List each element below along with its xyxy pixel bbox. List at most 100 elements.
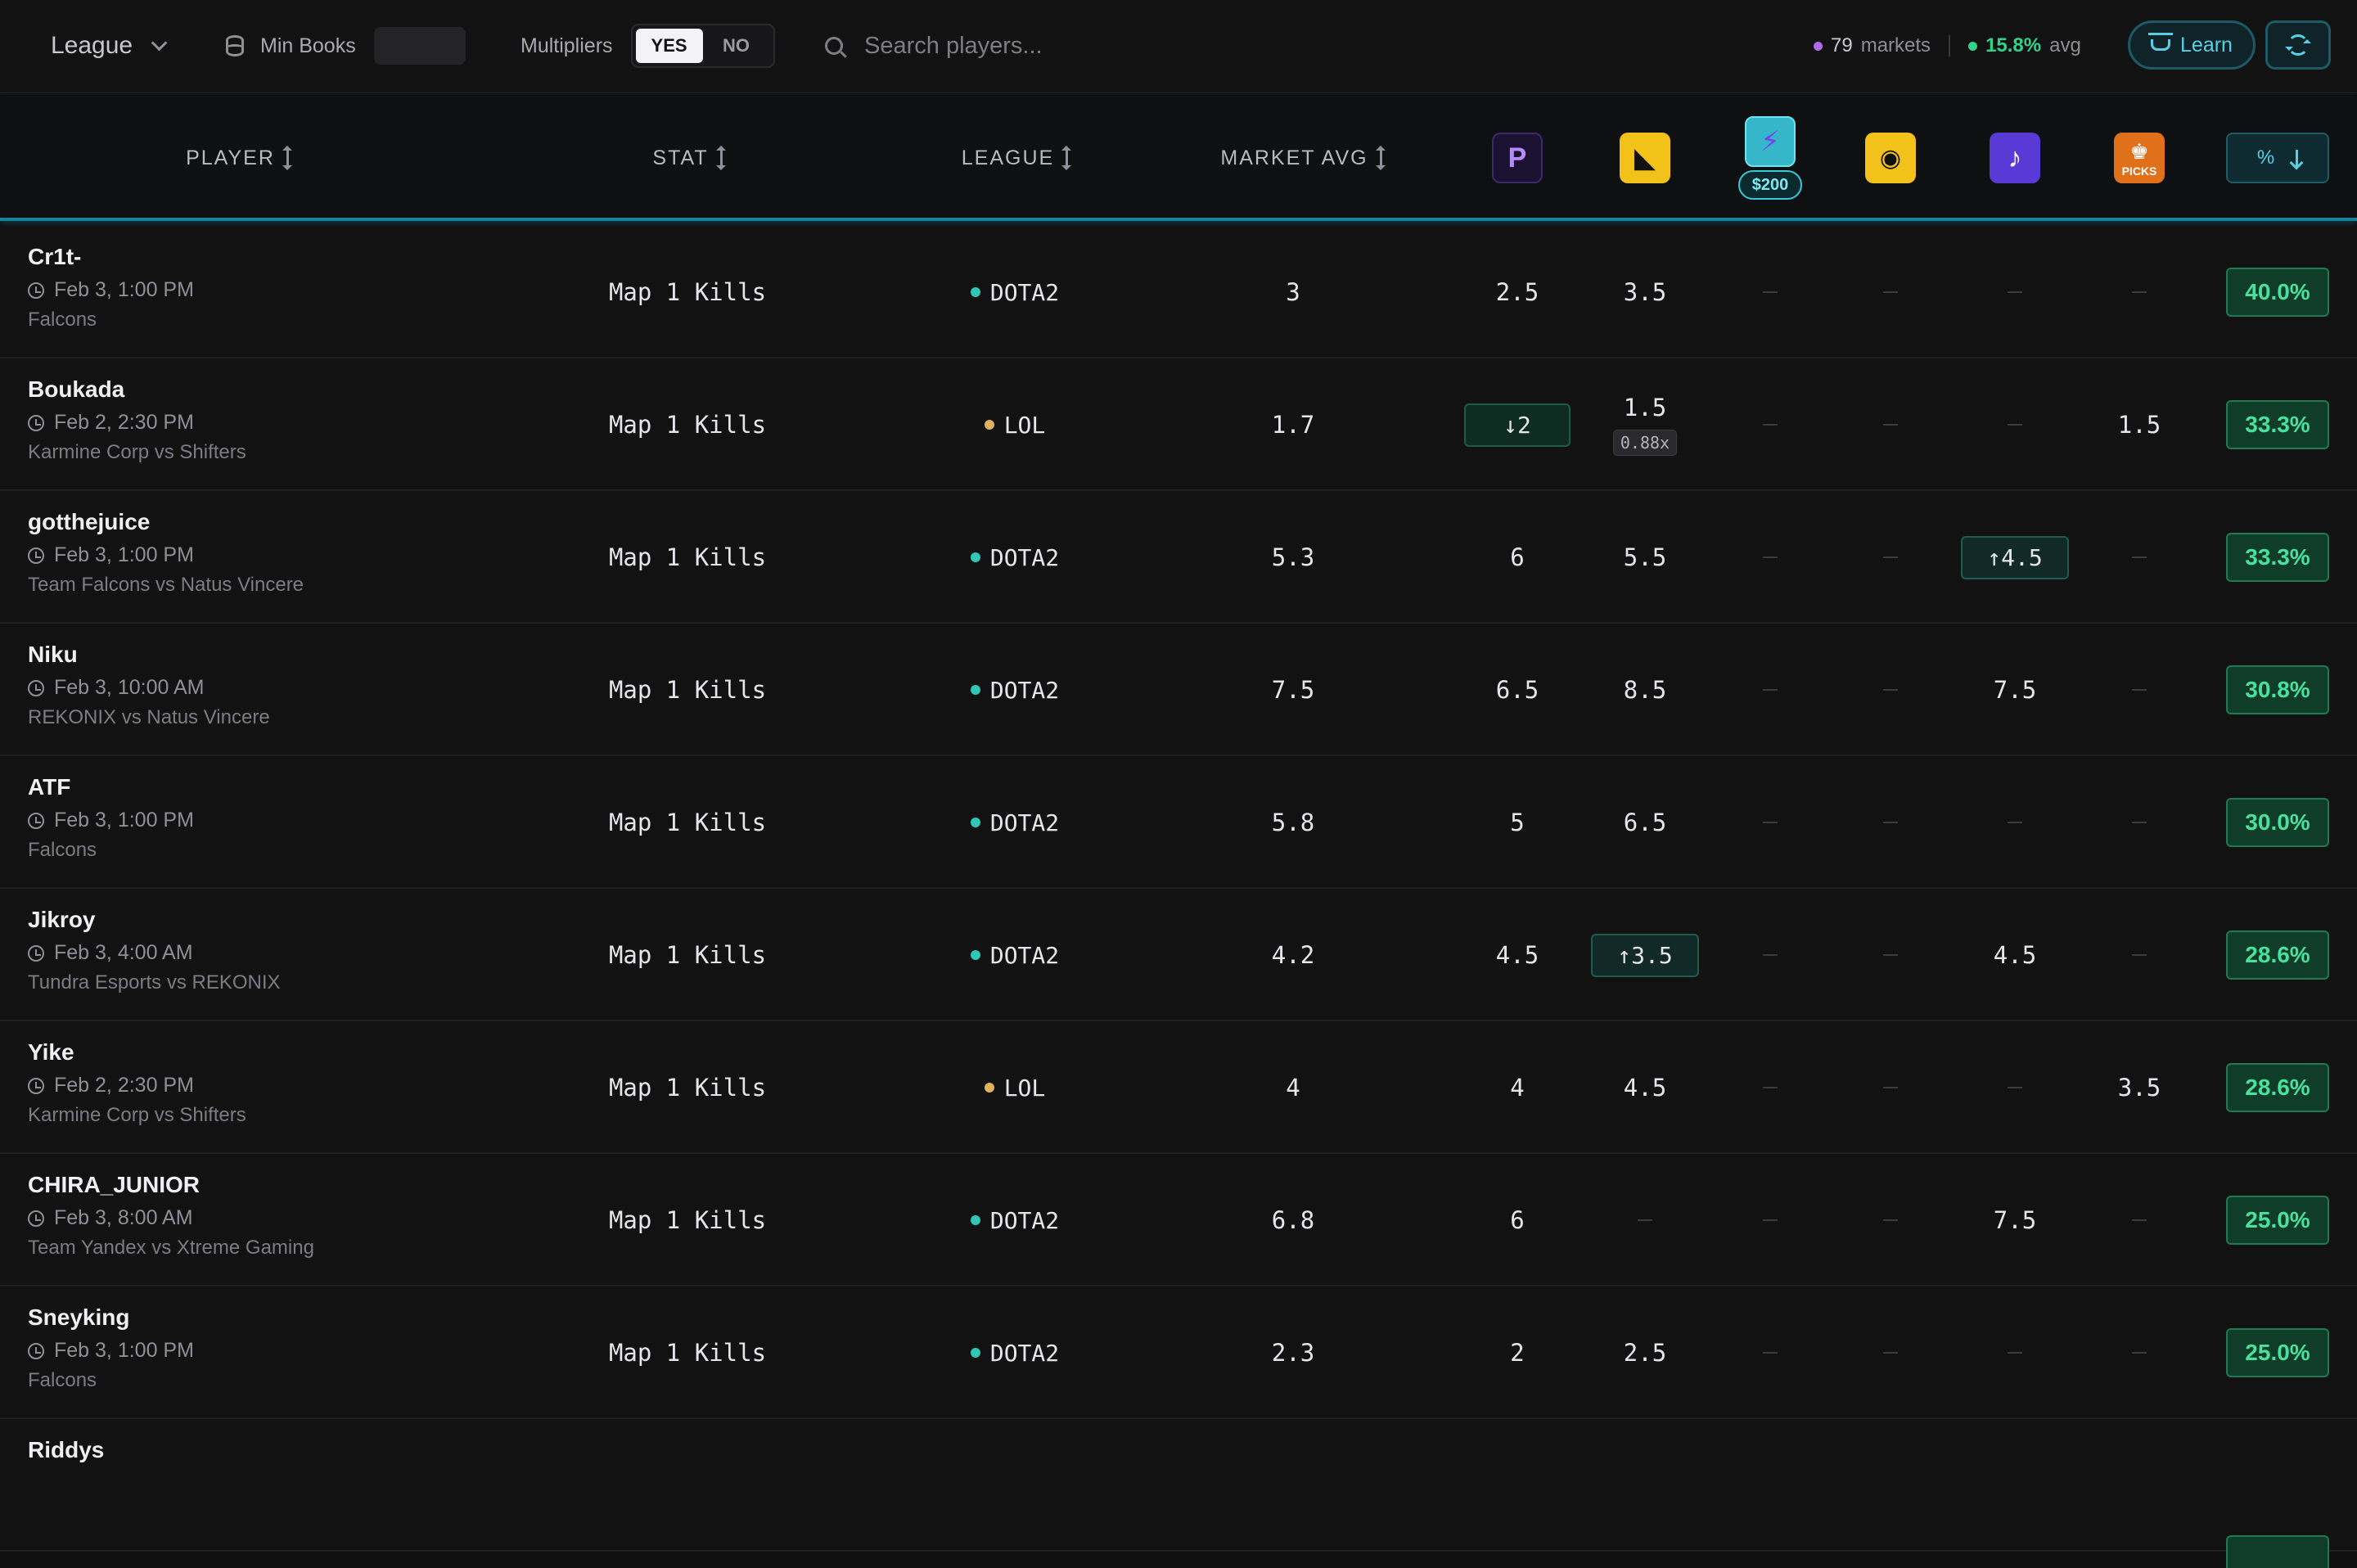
line-change-chip[interactable]: ↓2 bbox=[1464, 403, 1571, 447]
edge-pct-badge: 33.3% bbox=[2226, 533, 2329, 582]
line-value[interactable]: 5 bbox=[1510, 809, 1524, 836]
line-value[interactable]: 3.5 bbox=[1624, 278, 1666, 306]
line-value[interactable]: 6 bbox=[1510, 1206, 1524, 1234]
line-value[interactable]: 4 bbox=[1510, 1074, 1524, 1102]
line-value[interactable]: 7.5 bbox=[1994, 676, 2036, 704]
table-row[interactable]: Sneyking Feb 3, 1:00 PM Falcons Map 1 Kills… bbox=[0, 1286, 2357, 1419]
league-cell: DOTA2 bbox=[917, 491, 1113, 624]
line-value[interactable]: 4.5 bbox=[1994, 941, 2036, 969]
search-icon bbox=[825, 37, 843, 55]
line-value[interactable]: 8.5 bbox=[1624, 676, 1666, 704]
learn-button[interactable]: Learn bbox=[2128, 20, 2256, 70]
column-header-pct-sort[interactable]: % bbox=[2226, 133, 2329, 183]
line-value[interactable]: 1.5 bbox=[2118, 411, 2161, 439]
player-cell: Cr1t- Feb 3, 1:00 PM Falcons bbox=[28, 244, 194, 331]
refresh-button[interactable] bbox=[2265, 20, 2331, 70]
stat-cell: Map 1 Kills bbox=[608, 543, 767, 571]
empty-line bbox=[1763, 689, 1778, 691]
column-header-stat[interactable]: STAT bbox=[589, 95, 786, 221]
league-dot bbox=[970, 287, 980, 297]
line-value[interactable]: 2 bbox=[1510, 1339, 1524, 1367]
underdog-icon[interactable]: ◣ bbox=[1620, 133, 1670, 183]
table-row[interactable]: Yike Feb 2, 2:30 PM Karmine Corp vs Shifte… bbox=[0, 1021, 2357, 1154]
player-name[interactable]: Yike bbox=[28, 1039, 246, 1066]
empty-line bbox=[1763, 1219, 1778, 1221]
table-row[interactable]: gotthejuice Feb 3, 1:00 PM Team Falcons vs… bbox=[0, 491, 2357, 624]
line-value[interactable]: 4.5 bbox=[1624, 1074, 1666, 1102]
market-avg-cell: 5.3 bbox=[1271, 543, 1315, 571]
book-line-cell: ↓2 bbox=[1452, 358, 1583, 491]
column-header-market-avg[interactable]: MARKET AVG bbox=[1178, 95, 1424, 221]
table-row[interactable]: Cr1t- Feb 3, 1:00 PM Falcons Map 1 Kills DOT… bbox=[0, 226, 2357, 358]
draftkings-pick6-icon[interactable]: ♚ PICKS bbox=[2114, 133, 2165, 183]
book-line-cell: 6 bbox=[1452, 1154, 1583, 1286]
player-name[interactable]: Sneyking bbox=[28, 1304, 194, 1331]
dabble-icon[interactable]: ⚡ bbox=[1745, 116, 1796, 167]
column-header-player[interactable]: PLAYER bbox=[131, 95, 344, 221]
table-row[interactable]: ATF Feb 3, 1:00 PM Falcons Map 1 Kills DOTA2… bbox=[0, 756, 2357, 889]
league-name: DOTA2 bbox=[989, 1206, 1060, 1234]
edge-pct-badge-partial bbox=[2226, 1535, 2329, 1568]
player-name[interactable]: gotthejuice bbox=[28, 509, 304, 535]
empty-line bbox=[2008, 1087, 2022, 1088]
player-cell: Sneyking Feb 3, 1:00 PM Falcons bbox=[28, 1304, 194, 1392]
empty-line bbox=[1763, 1352, 1778, 1354]
multipliers-filter: Multipliers YES NO bbox=[521, 23, 775, 69]
table-row[interactable]: Boukada Feb 2, 2:30 PM Karmine Corp vs Shi… bbox=[0, 358, 2357, 491]
line-with-multiplier[interactable]: 1.5 0.88x bbox=[1612, 394, 1678, 456]
player-name[interactable]: CHIRA_JUNIOR bbox=[28, 1172, 314, 1198]
market-avg-cell: 7.5 bbox=[1271, 676, 1315, 704]
edge-pct-badge: 28.6% bbox=[2226, 930, 2329, 980]
stat-cell: Map 1 Kills bbox=[608, 1206, 767, 1234]
clock-icon bbox=[28, 414, 44, 431]
player-name[interactable]: Niku bbox=[28, 642, 270, 668]
column-header-league[interactable]: LEAGUE bbox=[917, 95, 1113, 221]
prizepicks-icon[interactable]: P bbox=[1492, 133, 1543, 183]
stat-cell: Map 1 Kills bbox=[608, 1339, 767, 1367]
line-change-chip[interactable]: ↑4.5 bbox=[1961, 535, 2069, 579]
line-value[interactable]: 2.5 bbox=[1624, 1339, 1666, 1367]
line-value[interactable]: 6 bbox=[1510, 543, 1524, 571]
matchup: Falcons bbox=[28, 309, 97, 331]
search-input[interactable]: Search players... bbox=[864, 33, 1043, 60]
league-filter-dropdown[interactable]: League bbox=[51, 23, 168, 69]
line-value[interactable]: 4.5 bbox=[1496, 941, 1539, 969]
league-name: LOL bbox=[1003, 1074, 1046, 1102]
table-row[interactable]: Niku Feb 3, 10:00 AM REKONIX vs Natus Vinc… bbox=[0, 624, 2357, 756]
pct-cell: 28.6% bbox=[2226, 889, 2329, 1021]
matchup: Team Falcons vs Natus Vincere bbox=[28, 574, 304, 596]
table-row[interactable]: CHIRA_JUNIOR Feb 3, 8:00 AM Team Yandex vs… bbox=[0, 1154, 2357, 1286]
player-name[interactable]: Boukada bbox=[28, 376, 246, 403]
book-line-cell bbox=[1825, 491, 1956, 624]
player-name[interactable]: ATF bbox=[28, 774, 194, 800]
betr-icon[interactable]: ♪ bbox=[1990, 133, 2040, 183]
edge-pct-badge: 28.6% bbox=[2226, 1063, 2329, 1112]
line-value[interactable]: 6.5 bbox=[1496, 676, 1539, 704]
multipliers-no-option[interactable]: NO bbox=[703, 29, 770, 63]
league-cell: DOTA2 bbox=[917, 226, 1113, 358]
pct-cell: 40.0% bbox=[2226, 226, 2329, 358]
min-books-input[interactable] bbox=[373, 27, 466, 65]
player-name[interactable]: Jikroy bbox=[28, 907, 281, 933]
table-row[interactable]: Jikroy Feb 3, 4:00 AM Tundra Esports vs RE… bbox=[0, 889, 2357, 1021]
book-line-cell bbox=[1580, 1154, 1710, 1286]
line-value[interactable]: 2.5 bbox=[1496, 278, 1539, 306]
book-line-cell: ↑3.5 bbox=[1580, 889, 1710, 1021]
multipliers-toggle: YES NO bbox=[630, 24, 775, 68]
league-dot bbox=[970, 950, 980, 960]
line-value[interactable]: 3.5 bbox=[2118, 1074, 2161, 1102]
line-value[interactable]: 7.5 bbox=[1994, 1206, 2036, 1234]
sleeper-icon[interactable]: ◉ bbox=[1865, 133, 1916, 183]
edge-pct-badge: 30.0% bbox=[2226, 798, 2329, 847]
multipliers-label: Multipliers bbox=[521, 34, 613, 57]
player-name[interactable]: Cr1t- bbox=[28, 244, 194, 270]
markets-count: 79 bbox=[1831, 34, 1853, 56]
line-value[interactable]: 5.5 bbox=[1624, 543, 1666, 571]
table-row[interactable]: Riddys bbox=[0, 1419, 2357, 1568]
search-box[interactable]: Search players... bbox=[825, 23, 1043, 69]
book-line-cell bbox=[1949, 226, 2080, 358]
multipliers-yes-option[interactable]: YES bbox=[635, 29, 703, 63]
player-name[interactable]: Riddys bbox=[28, 1437, 104, 1463]
line-value[interactable]: 6.5 bbox=[1624, 809, 1666, 836]
line-change-chip[interactable]: ↑3.5 bbox=[1591, 933, 1699, 977]
